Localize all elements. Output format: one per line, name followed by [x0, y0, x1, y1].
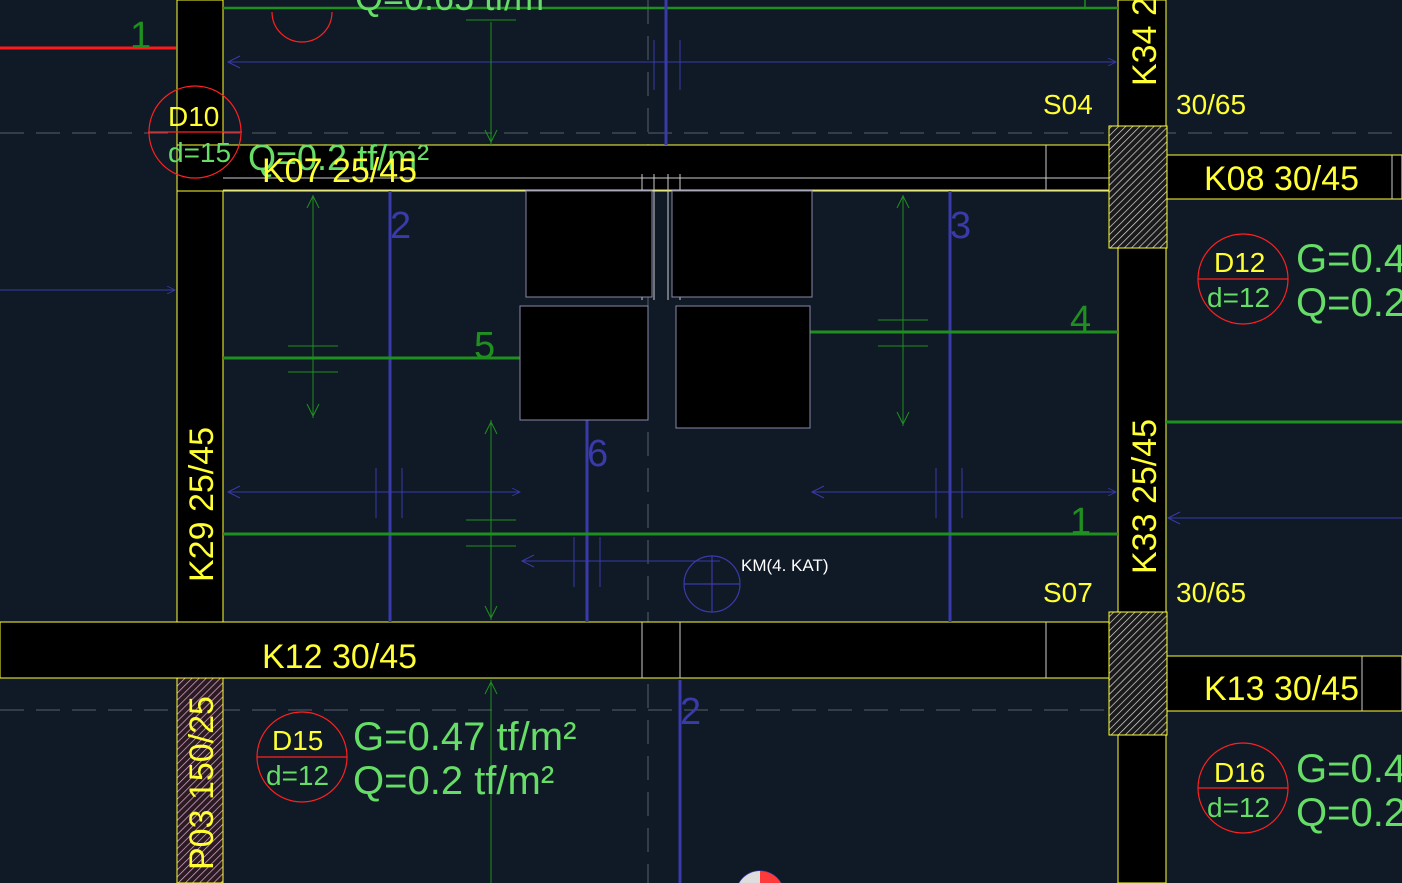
slab-thickness-d10: d=15 [168, 137, 231, 168]
green-axis-lines [223, 330, 1402, 536]
compass-icon [738, 870, 782, 883]
slab-thickness-d12: d=12 [1207, 282, 1270, 313]
slab-dead-load-d16: G=0.4 [1296, 747, 1402, 791]
slab-thickness-d15: d=12 [266, 760, 329, 791]
column-s07 [1108, 611, 1168, 736]
green-line-number-1-mid: 1 [1070, 501, 1091, 543]
blue-line-number-6: 6 [587, 433, 608, 475]
beam-label-k12: K12 30/45 [262, 638, 417, 676]
blue-line-number-2-bottom: 2 [680, 691, 701, 733]
km-symbol-icon [683, 555, 741, 613]
slab-id-d16: D16 [1214, 757, 1265, 788]
slab-circle-top-cut [271, 11, 333, 43]
column-size-s04: 30/65 [1176, 89, 1246, 120]
slab-live-load-d12: Q=0.2 [1296, 281, 1402, 325]
slab-live-load-d16: Q=0.2 [1296, 791, 1402, 835]
cad-drawing-canvas: Q=0.65 tf/m² K08 30/45 K12 30/45 K13 30/… [0, 0, 1402, 883]
beam-label-k29: K29 25/45 [183, 427, 221, 582]
column-s04 [1108, 125, 1168, 249]
km-annotation: KM(4. KAT) [741, 556, 829, 575]
slab-dead-load-d15: G=0.47 tf/m² [353, 715, 576, 759]
blue-line-number-2: 2 [390, 205, 411, 247]
slab-live-load-d15: Q=0.2 tf/m² [353, 759, 554, 803]
slab-id-d15: D15 [272, 725, 323, 756]
slab-thickness-d16: d=12 [1207, 792, 1270, 823]
beam-label-k13: K13 30/45 [1204, 670, 1359, 708]
green-line-number-5: 5 [474, 325, 495, 367]
slab-id-d10: D10 [168, 101, 219, 132]
slab-dead-load-d12: G=0.4 [1296, 237, 1402, 281]
beam-k12 [0, 621, 1111, 679]
column-size-s07: 30/65 [1176, 577, 1246, 608]
beam-label-k34-vertical: K34 2 [1126, 0, 1164, 86]
green-line-number-4: 4 [1070, 299, 1091, 341]
shaft-openings [519, 190, 813, 429]
column-label-s07: S07 [1043, 577, 1093, 608]
green-line-number-1-top: 1 [130, 15, 151, 57]
slab-top-load: Q=0.65 tf/m² [355, 0, 556, 18]
beam-label-k08: K08 30/45 [1204, 160, 1359, 198]
slab-id-d12: D12 [1214, 247, 1265, 278]
blue-line-number-3: 3 [950, 205, 971, 247]
beam-label-k07: K07 25/45 [262, 152, 417, 190]
beam-label-k33: K33 25/45 [1126, 419, 1164, 574]
column-label-s04: S04 [1043, 89, 1093, 120]
labels: Q=0.65 tf/m² K08 30/45 K12 30/45 K13 30/… [130, 0, 1402, 870]
beam-label-p03: P03 150/25 [183, 696, 221, 870]
